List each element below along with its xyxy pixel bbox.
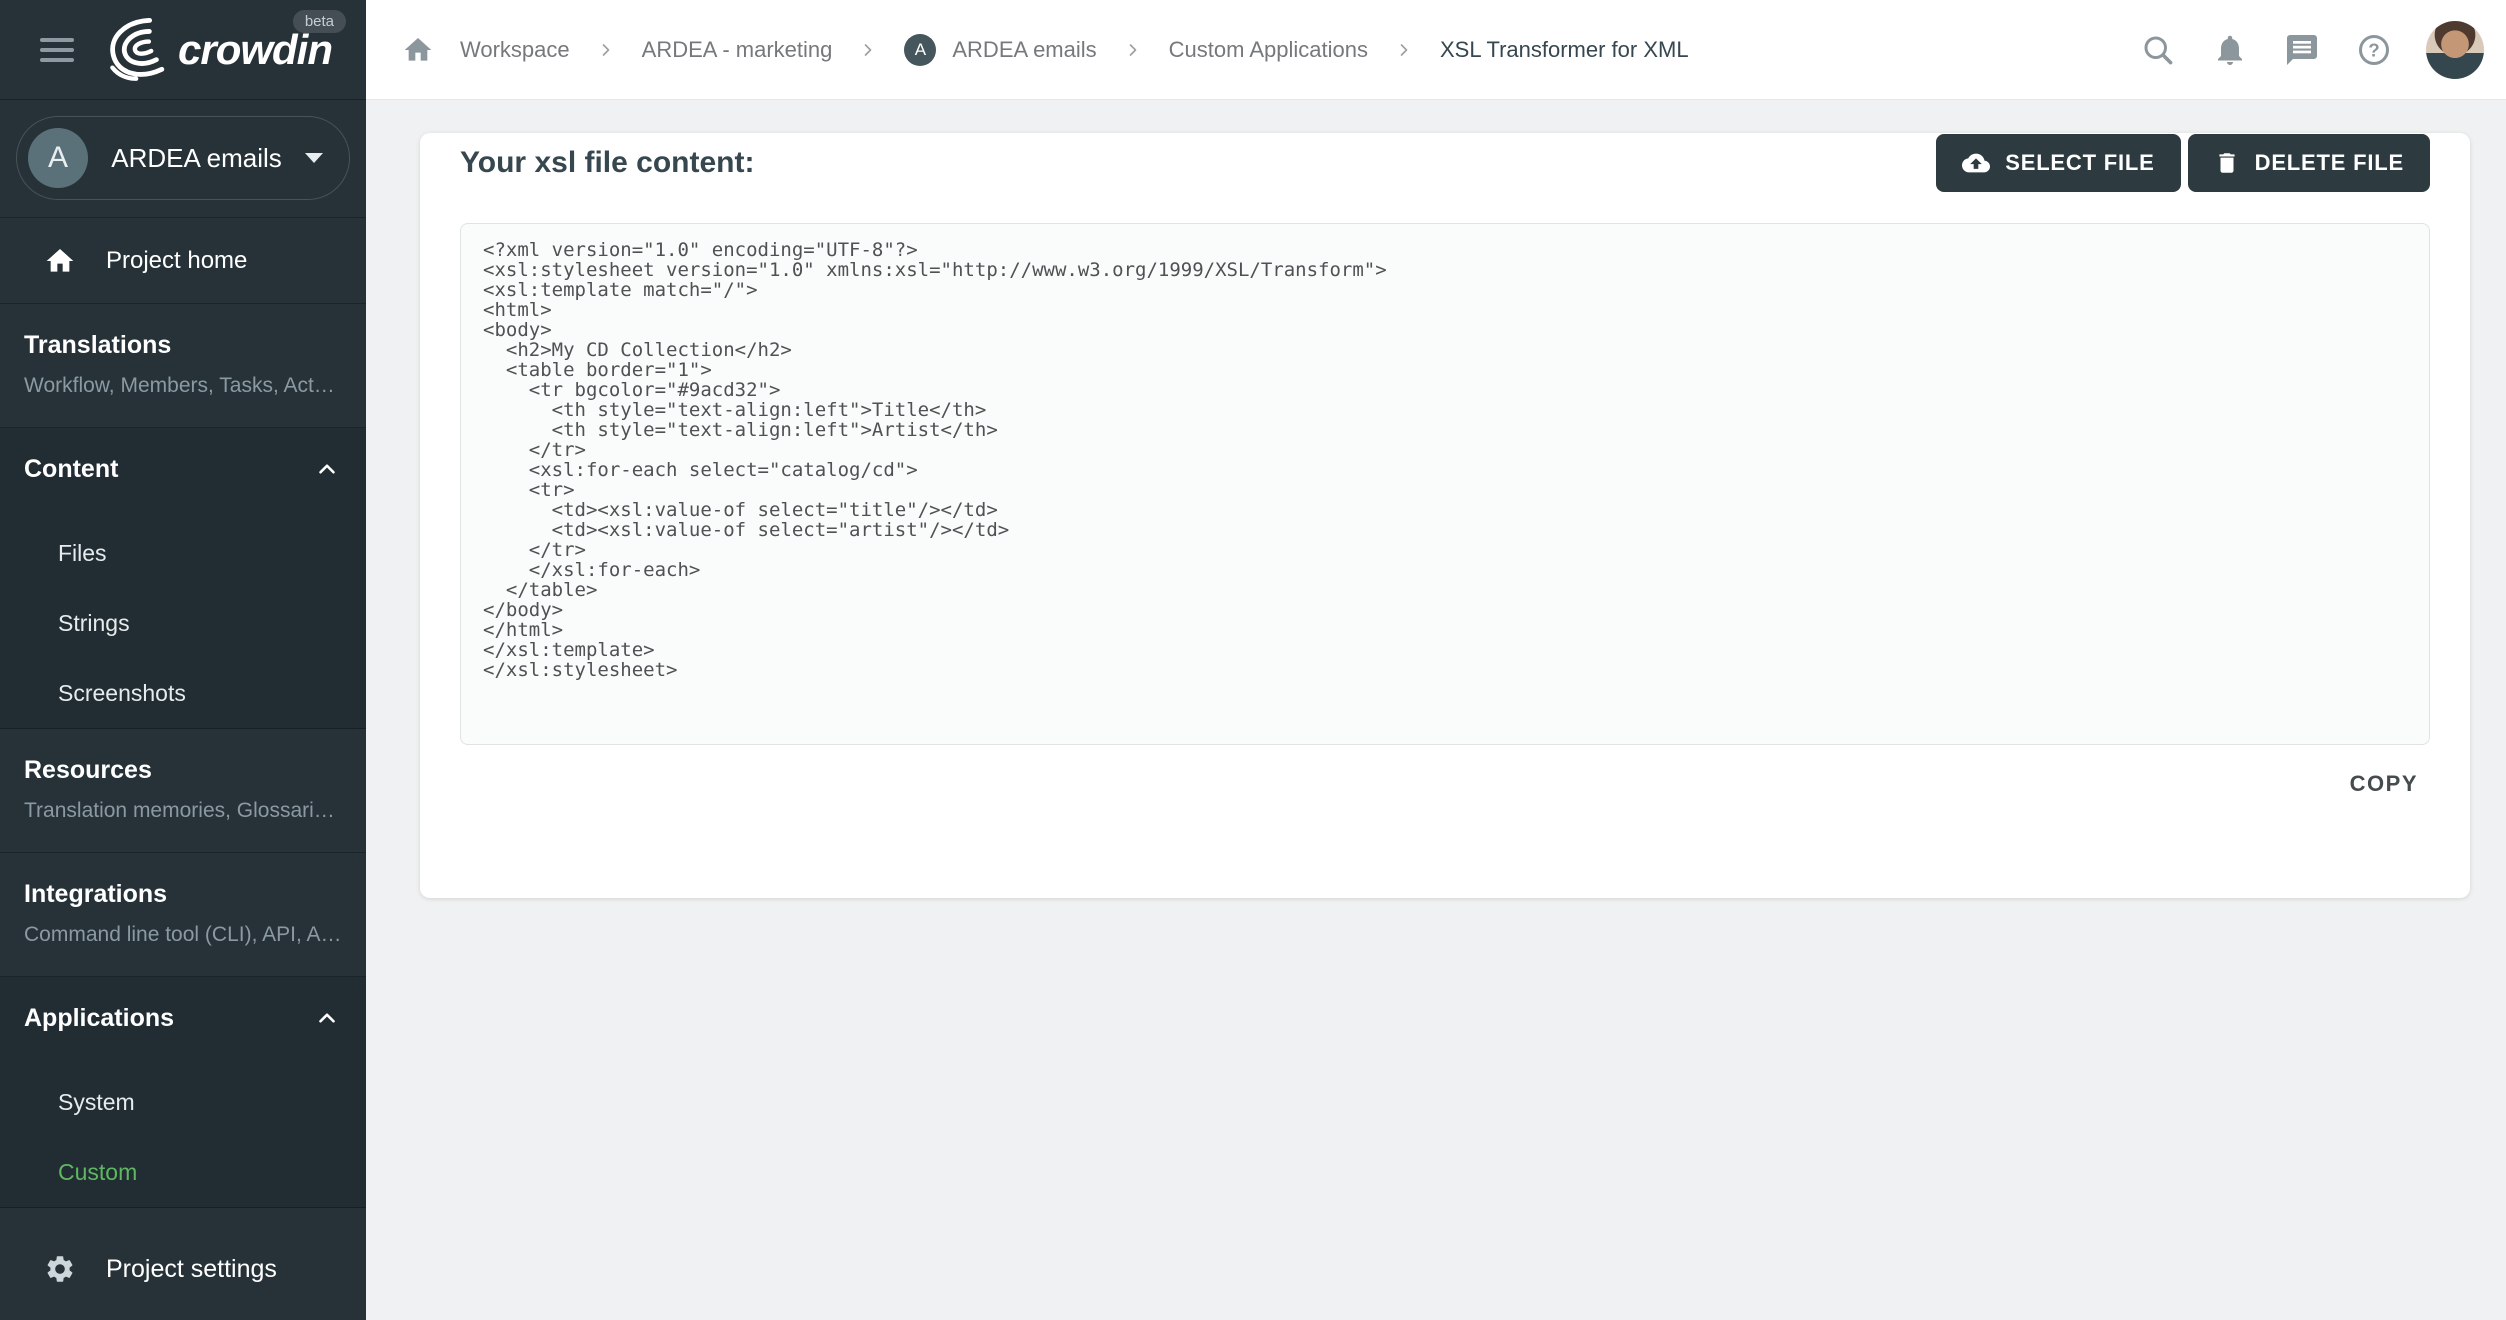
- breadcrumb-workspace[interactable]: Workspace: [460, 37, 570, 63]
- breadcrumb-home-icon[interactable]: [402, 34, 434, 66]
- sidebar-section-integrations[interactable]: Integrations Command line tool (CLI), AP…: [0, 853, 366, 977]
- project-avatar: A: [28, 128, 88, 188]
- user-avatar[interactable]: [2426, 20, 2484, 79]
- messages-button[interactable]: [2282, 30, 2322, 70]
- caret-down-icon: [305, 153, 323, 163]
- sidebar-item-screenshots[interactable]: Screenshots: [0, 658, 366, 728]
- sidebar-section-resources[interactable]: Resources Translation memories, Glossari…: [0, 729, 366, 853]
- delete-file-button[interactable]: DELETE FILE: [2187, 134, 2430, 192]
- chevron-up-icon: [319, 464, 335, 474]
- chevron-right-icon: [602, 43, 609, 56]
- button-label: DELETE FILE: [2254, 150, 2404, 175]
- sidebar-item-custom[interactable]: Custom: [0, 1137, 366, 1207]
- home-icon: [46, 248, 74, 272]
- project-switcher-wrap: A ARDEA emails: [0, 100, 366, 218]
- page-background: Your xsl file content: SELECT FILE DELET…: [366, 100, 2506, 1320]
- breadcrumb-custom-applications[interactable]: Custom Applications: [1169, 37, 1368, 63]
- chevron-right-icon: [865, 43, 872, 56]
- sidebar-item-project-home[interactable]: Project home: [0, 218, 366, 304]
- search-button[interactable]: [2138, 30, 2178, 70]
- cloud-upload-icon: [1962, 153, 1991, 173]
- trash-icon: [2219, 153, 2235, 173]
- breadcrumb-current-page: XSL Transformer for XML: [1439, 36, 1689, 62]
- project-switcher[interactable]: A ARDEA emails: [16, 116, 350, 200]
- project-switcher-name: ARDEA emails: [111, 142, 282, 173]
- file-actions: SELECT FILE DELETE FILE: [1936, 134, 2430, 192]
- button-label: SELECT FILE: [2005, 150, 2155, 175]
- sidebar-nav: A ARDEA emails Project home Translations…: [0, 100, 366, 1218]
- sidebar-section-applications-toggle[interactable]: Applications: [0, 1005, 366, 1031]
- chevron-up-icon: [319, 1013, 335, 1023]
- breadcrumb: Workspace ARDEA - marketing A ARDEA emai…: [402, 33, 1689, 66]
- sidebar-section-translations[interactable]: Translations Workflow, Members, Tasks, A…: [0, 304, 366, 428]
- help-button[interactable]: ?: [2354, 30, 2394, 70]
- sidebar-section-content-toggle[interactable]: Content: [0, 456, 366, 482]
- chevron-right-icon: [1129, 43, 1136, 56]
- section-title: Translations: [24, 331, 172, 359]
- copy-button[interactable]: COPY: [2350, 771, 2418, 797]
- notifications-bell-icon: [2218, 35, 2242, 65]
- crowdin-logo-text: crowdin: [178, 25, 333, 73]
- sidebar-item-label: Project home: [106, 246, 248, 274]
- sidebar-item-label: Project settings: [106, 1254, 277, 1283]
- gear-icon: [47, 1256, 73, 1282]
- card-header: Your xsl file content: SELECT FILE DELET…: [460, 133, 2430, 193]
- section-title: Content: [24, 455, 119, 483]
- project-avatar-small: A: [904, 33, 937, 66]
- hamburger-menu-button[interactable]: [40, 34, 76, 66]
- sidebar-item-system[interactable]: System: [0, 1067, 366, 1137]
- search-icon: [2144, 36, 2173, 64]
- page-title: Your xsl file content:: [460, 146, 755, 179]
- sidebar-section-applications: Applications System Custom: [0, 977, 366, 1208]
- section-subtitle: Workflow, Members, Tasks, Act…: [24, 375, 335, 397]
- topbar-actions: ?: [2138, 20, 2484, 79]
- section-title: Integrations: [24, 880, 168, 908]
- app-root: crowdin beta A ARDEA emails Project home…: [0, 0, 2506, 1320]
- sidebar-item-project-settings[interactable]: Project settings: [0, 1218, 366, 1320]
- crowdin-logo[interactable]: crowdin beta: [100, 9, 347, 82]
- sidebar-header: crowdin beta: [0, 0, 366, 100]
- messages-icon: [2287, 34, 2317, 65]
- breadcrumb-label: ARDEA emails: [952, 36, 1097, 62]
- select-file-button[interactable]: SELECT FILE: [1936, 134, 2181, 192]
- main-area: Workspace ARDEA - marketing A ARDEA emai…: [366, 0, 2506, 1320]
- notifications-button[interactable]: [2210, 30, 2250, 70]
- section-subtitle: Command line tool (CLI), API, A…: [24, 924, 342, 946]
- help-icon: ?: [2359, 34, 2389, 65]
- section-subtitle: Translation memories, Glossari…: [24, 800, 335, 822]
- sidebar-section-content: Content Files Strings Screenshots: [0, 428, 366, 729]
- chevron-right-icon: [1400, 43, 1408, 56]
- section-title: Resources: [24, 756, 152, 784]
- xsl-code-editor[interactable]: <?xml version="1.0" encoding="UTF-8"?> <…: [460, 223, 2430, 745]
- copy-row: COPY: [460, 771, 2430, 797]
- section-title: Applications: [24, 1004, 175, 1032]
- breadcrumb-ardea-marketing[interactable]: ARDEA - marketing: [642, 37, 833, 63]
- beta-badge: beta: [292, 9, 347, 33]
- breadcrumb-ardea-emails[interactable]: A ARDEA emails: [904, 33, 1097, 66]
- sidebar-item-files[interactable]: Files: [0, 518, 366, 588]
- sidebar: crowdin beta A ARDEA emails Project home…: [0, 0, 366, 1320]
- crowdin-logo-icon: [110, 17, 165, 81]
- topbar: Workspace ARDEA - marketing A ARDEA emai…: [366, 0, 2506, 100]
- svg-text:?: ?: [2368, 39, 2379, 60]
- sidebar-item-strings[interactable]: Strings: [0, 588, 366, 658]
- xsl-transformer-card: Your xsl file content: SELECT FILE DELET…: [420, 133, 2470, 898]
